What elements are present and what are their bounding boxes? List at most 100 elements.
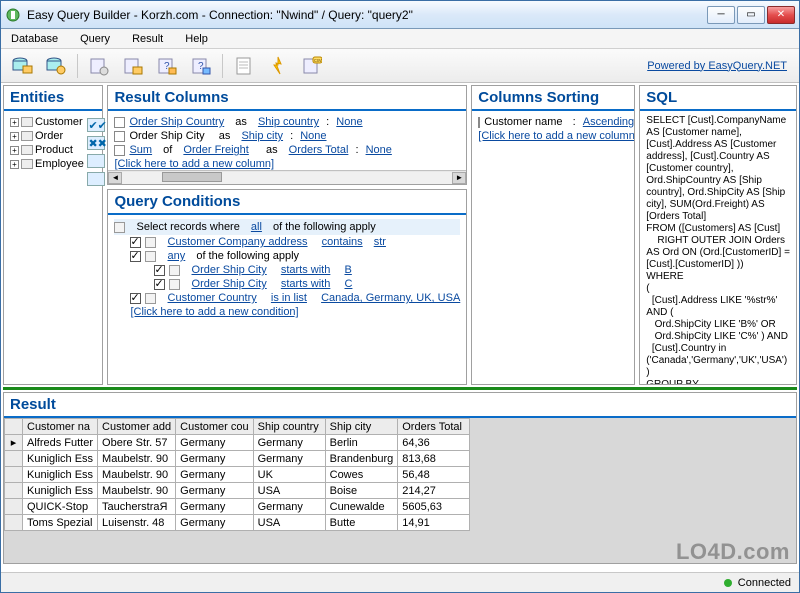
scroll-left-icon[interactable]: ◄: [108, 172, 122, 184]
row-selector-icon[interactable]: ▸: [5, 435, 23, 451]
tool-query-new-icon[interactable]: [84, 52, 114, 80]
col-header[interactable]: Ship city: [325, 419, 398, 435]
checkbox-icon[interactable]: [130, 251, 141, 262]
entity-icon: [21, 131, 33, 141]
sorting-title: Columns Sorting: [472, 86, 634, 111]
table-row[interactable]: Kuniglich EssMaubelstr. 90GermanyUSABois…: [5, 483, 470, 499]
result-columns-title: Result Columns: [108, 86, 466, 111]
checkbox-icon[interactable]: [478, 117, 480, 128]
result-col-row[interactable]: Order Ship Country as Ship country : Non…: [114, 115, 460, 129]
result-col-row[interactable]: Sum of Order Freight as Orders Total : N…: [114, 143, 460, 157]
sort-row[interactable]: Customer name : Ascending: [478, 115, 628, 129]
table-row[interactable]: Toms SpezialLuisenstr. 48GermanyUSAButte…: [5, 515, 470, 531]
entity-icon: [21, 117, 33, 127]
checkbox-icon[interactable]: [130, 293, 141, 304]
side-tool-check-icon[interactable]: ✔✔: [87, 118, 105, 132]
side-tool-grid-icon[interactable]: [87, 154, 105, 168]
slot-icon[interactable]: [114, 222, 125, 233]
table-row[interactable]: Kuniglich EssMaubelstr. 90GermanyGermany…: [5, 451, 470, 467]
slot-icon[interactable]: [169, 279, 180, 290]
checkbox-icon[interactable]: [130, 237, 141, 248]
tool-db-open-icon[interactable]: [7, 52, 37, 80]
sorting-panel: Columns Sorting Customer name : Ascendin…: [471, 85, 635, 385]
window-title: Easy Query Builder - Korzh.com - Connect…: [27, 8, 707, 22]
result-panel: Result Customer na Customer add Customer…: [3, 392, 797, 564]
slot-icon[interactable]: [145, 293, 156, 304]
col-header[interactable]: Ship country: [253, 419, 325, 435]
checkbox-icon[interactable]: [154, 265, 165, 276]
scroll-thumb[interactable]: [162, 172, 222, 182]
result-title: Result: [4, 393, 796, 418]
minimize-button[interactable]: ─: [707, 6, 735, 24]
col-header[interactable]: Customer add: [98, 419, 176, 435]
app-window: Easy Query Builder - Korzh.com - Connect…: [0, 0, 800, 593]
menubar: Database Query Result Help: [1, 29, 799, 49]
expand-icon[interactable]: +: [10, 160, 19, 169]
checkbox-icon[interactable]: [114, 131, 125, 142]
menu-result[interactable]: Result: [128, 31, 167, 47]
result-columns-panel: Result Columns Order Ship Country as Shi…: [107, 85, 467, 185]
add-sort-link[interactable]: [Click here to add a new column]: [478, 129, 628, 143]
powered-by-link[interactable]: Powered by EasyQuery.NET: [647, 60, 793, 72]
col-header[interactable]: Customer cou: [176, 419, 253, 435]
col-header[interactable]: Orders Total: [398, 419, 470, 435]
conditions-title: Query Conditions: [108, 190, 466, 215]
checkbox-icon[interactable]: [114, 145, 125, 156]
checkbox-icon[interactable]: [154, 279, 165, 290]
menu-database[interactable]: Database: [7, 31, 62, 47]
checkbox-icon[interactable]: [114, 117, 125, 128]
workarea: Entities +Customer +Order +Product +Empl…: [1, 83, 799, 572]
tool-query-open-icon[interactable]: [118, 52, 148, 80]
side-tool-list-icon[interactable]: [87, 172, 105, 186]
condition-group[interactable]: any of the following apply: [130, 249, 460, 263]
slot-icon[interactable]: [145, 237, 156, 248]
expand-icon[interactable]: +: [10, 118, 19, 127]
table-header-row: Customer na Customer add Customer cou Sh…: [5, 419, 470, 435]
entities-title: Entities: [4, 86, 102, 111]
table-row[interactable]: Kuniglich EssMaubelstr. 90GermanyUKCowes…: [5, 467, 470, 483]
tool-query-help-icon[interactable]: ?: [152, 52, 182, 80]
add-condition-link[interactable]: [Click here to add a new condition]: [130, 305, 460, 319]
row-header: [5, 419, 23, 435]
condition-row[interactable]: Order Ship City starts with C: [154, 277, 460, 291]
sql-text[interactable]: SELECT [Cust].CompanyName AS [Customer n…: [646, 115, 790, 384]
slot-icon[interactable]: [169, 265, 180, 276]
sql-panel: SQL SELECT [Cust].CompanyName AS [Custom…: [639, 85, 797, 385]
status-dot-icon: [724, 579, 732, 587]
tool-export-icon[interactable]: csv: [297, 52, 327, 80]
col-header[interactable]: Customer na: [23, 419, 98, 435]
app-icon: [5, 7, 21, 23]
condition-row[interactable]: Order Ship City starts with B: [154, 263, 460, 277]
menu-query[interactable]: Query: [76, 31, 114, 47]
add-column-link[interactable]: [Click here to add a new column]: [114, 157, 460, 170]
menu-help[interactable]: Help: [181, 31, 212, 47]
tool-execute-icon[interactable]: [263, 52, 293, 80]
result-divider[interactable]: [3, 387, 797, 390]
table-row[interactable]: QUICK-StopTaucherstraЯGermanyGermanyCune…: [5, 499, 470, 515]
close-button[interactable]: ✕: [767, 6, 795, 24]
tool-db-add-icon[interactable]: [41, 52, 71, 80]
expand-icon[interactable]: +: [10, 132, 19, 141]
side-tool-clear-icon[interactable]: ✖✖: [87, 136, 105, 150]
svg-text:csv: csv: [314, 58, 322, 64]
condition-row[interactable]: Customer Company address contains str: [130, 235, 460, 249]
entity-icon: [21, 159, 33, 169]
conditions-panel: Query Conditions Select records where al…: [107, 189, 467, 385]
sql-title: SQL: [640, 86, 796, 111]
tool-page-icon[interactable]: [229, 52, 259, 80]
condition-row[interactable]: Customer Country is in list Canada, Germ…: [130, 291, 460, 305]
tool-query-save-icon[interactable]: ?: [186, 52, 216, 80]
hscrollbar[interactable]: ◄►: [108, 170, 466, 184]
toolbar: ? ? csv Powered by EasyQuery.NET: [1, 49, 799, 83]
scroll-right-icon[interactable]: ►: [452, 172, 466, 184]
titlebar: Easy Query Builder - Korzh.com - Connect…: [1, 1, 799, 29]
table-row[interactable]: ▸Alfreds FutterObere Str. 57GermanyGerma…: [5, 435, 470, 451]
maximize-button[interactable]: ▭: [737, 6, 765, 24]
status-text: Connected: [738, 577, 791, 589]
statusbar: Connected: [1, 572, 799, 592]
expand-icon[interactable]: +: [10, 146, 19, 155]
result-grid[interactable]: Customer na Customer add Customer cou Sh…: [4, 418, 796, 563]
result-col-row[interactable]: Order Ship City as Ship city : None: [114, 129, 460, 143]
slot-icon[interactable]: [145, 251, 156, 262]
condition-root[interactable]: Select records where all of the followin…: [114, 219, 460, 235]
